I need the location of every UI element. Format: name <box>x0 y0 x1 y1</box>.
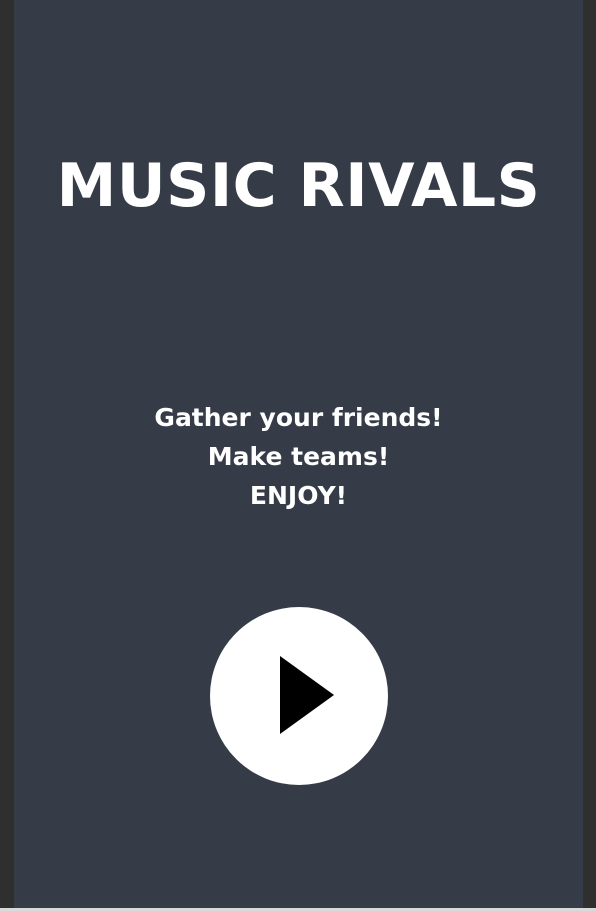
app-title: MUSIC RIVALS <box>56 151 541 221</box>
tagline-line-3: ENJOY! <box>249 481 348 510</box>
play-button[interactable] <box>210 607 388 785</box>
tagline-line-1: Gather your friends! <box>154 403 443 432</box>
tagline: Gather your friends! Make teams! ENJOY! <box>14 398 583 515</box>
play-icon <box>280 656 334 734</box>
device-frame: MUSIC RIVALS Gather your friends! Make t… <box>0 0 596 911</box>
tagline-line-2: Make teams! <box>207 442 390 471</box>
start-screen: MUSIC RIVALS Gather your friends! Make t… <box>14 0 583 908</box>
